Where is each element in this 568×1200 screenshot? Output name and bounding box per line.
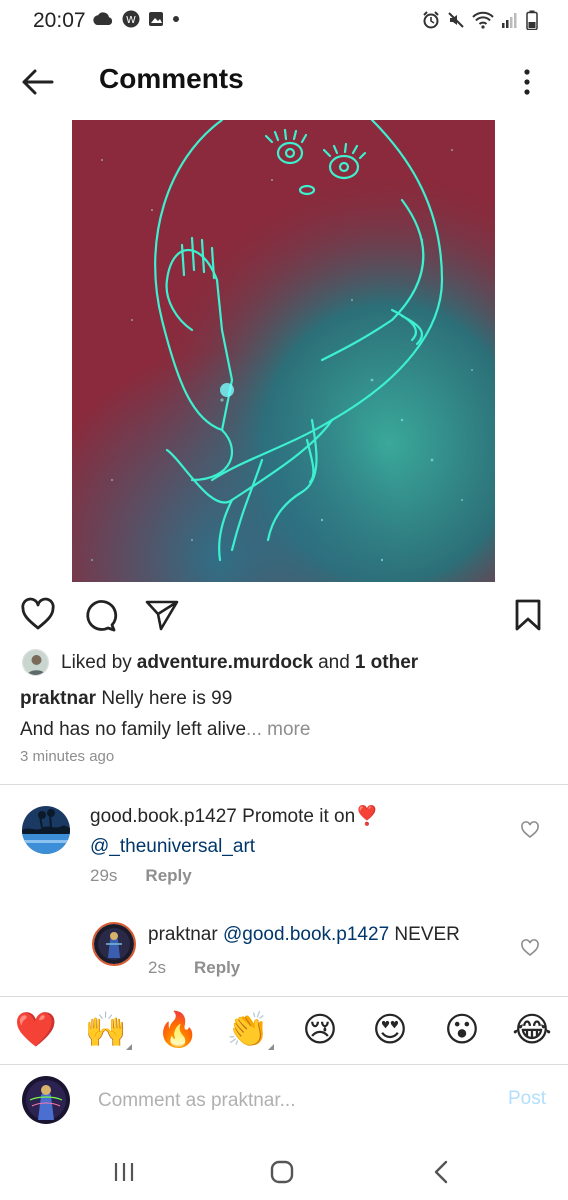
- emoji-heart-eyes[interactable]: 😍: [368, 1006, 412, 1054]
- comment-username[interactable]: good.book.p1427: [90, 806, 237, 827]
- emoji-heart[interactable]: ❤️: [14, 1006, 58, 1054]
- post-caption: praktnar Nelly here is 99 And has no fam…: [20, 683, 550, 745]
- recent-apps-icon: [114, 1163, 134, 1181]
- more-vertical-icon: [524, 69, 530, 95]
- emoji-fire[interactable]: 🔥: [156, 1006, 200, 1054]
- post-actions: [0, 597, 568, 633]
- avatar[interactable]: [22, 806, 70, 854]
- save-button[interactable]: [510, 597, 546, 633]
- comment-meta: 2s Reply: [148, 958, 240, 978]
- liker-avatar: [22, 649, 49, 676]
- comment-input[interactable]: [98, 1086, 478, 1116]
- status-time: 20:07: [33, 9, 86, 32]
- likes-prefix: Liked by: [61, 651, 132, 673]
- comment-item: good.book.p1427 Promote it on❣️ @_theuni…: [0, 800, 568, 890]
- like-button[interactable]: [20, 597, 56, 633]
- emoji-quick-bar: ❤️ 🙌 🔥 👏 😢 😍 😮 😂: [0, 1006, 568, 1056]
- caption-more-link[interactable]: ... more: [246, 719, 310, 740]
- divider: [0, 996, 568, 997]
- comment-button[interactable]: [82, 597, 118, 633]
- likes-summary[interactable]: Liked by adventure.murdock and 1 other: [22, 649, 418, 676]
- comment-username[interactable]: praktnar: [148, 924, 218, 945]
- svg-text:W: W: [126, 15, 136, 26]
- mute-icon: [447, 11, 465, 29]
- heart-outline-icon: [521, 939, 539, 957]
- gallery-icon: [148, 11, 164, 27]
- caption-line1: Nelly here is 99: [101, 688, 233, 709]
- comment-message: Promote it on: [242, 806, 356, 827]
- comment-composer: Post: [0, 1072, 568, 1132]
- likes-others[interactable]: 1 other: [355, 652, 418, 674]
- recent-apps-button[interactable]: [104, 1152, 144, 1192]
- skin-tone-indicator: [268, 1044, 274, 1050]
- heart-outline-icon: [21, 597, 55, 630]
- caption-line2: And has no family left alive: [20, 719, 247, 740]
- divider: [0, 784, 568, 785]
- comment-mention[interactable]: @_theuniversal_art: [90, 836, 255, 857]
- paper-plane-icon: [145, 600, 179, 631]
- heart-exclamation-emoji: ❣️: [355, 806, 379, 827]
- cloud-icon: [92, 12, 114, 26]
- heart-outline-icon: [521, 821, 539, 839]
- emoji-clap-glyph: 👏: [226, 1010, 270, 1050]
- comment-like-button[interactable]: [520, 938, 540, 958]
- home-icon: [270, 1160, 294, 1184]
- bookmark-icon: [515, 599, 541, 631]
- reply-button[interactable]: Reply: [194, 958, 240, 978]
- home-button[interactable]: [262, 1152, 302, 1192]
- skin-tone-indicator: [126, 1044, 132, 1050]
- liker-username[interactable]: adventure.murdock: [137, 652, 313, 674]
- more-options-button[interactable]: [512, 64, 542, 100]
- likes-middle: and: [318, 651, 350, 673]
- post-image[interactable]: [72, 120, 495, 582]
- post-timestamp: 3 minutes ago: [20, 748, 115, 765]
- wifi-icon: [472, 11, 494, 29]
- system-nav-bar: [0, 1140, 568, 1200]
- comment-like-button[interactable]: [520, 820, 540, 840]
- arrow-left-icon: [22, 69, 54, 95]
- avatar[interactable]: [92, 922, 136, 966]
- comment-bubble-icon: [86, 600, 118, 632]
- comment-message: NEVER: [394, 924, 460, 945]
- comment-time: 29s: [90, 866, 118, 885]
- reply-item: praktnar @good.book.p1427 NEVER 2s Reply: [0, 918, 568, 988]
- emoji-surprised[interactable]: 😮: [440, 1006, 484, 1054]
- comment-time: 2s: [148, 958, 166, 977]
- my-avatar: [22, 1076, 70, 1124]
- battery-icon: [526, 10, 538, 30]
- emoji-raised-hands-glyph: 🙌: [84, 1010, 128, 1050]
- post-button[interactable]: Post: [508, 1088, 546, 1110]
- share-button[interactable]: [144, 597, 180, 633]
- app-bar: Comments: [0, 50, 568, 112]
- signal-icon: [501, 11, 519, 29]
- dot-icon: [172, 15, 180, 23]
- status-bar: 20:07 W: [0, 0, 568, 44]
- emoji-laughing[interactable]: 😂: [510, 1006, 554, 1054]
- caption-username[interactable]: praktnar: [20, 688, 96, 709]
- alarm-icon: [422, 11, 440, 29]
- emoji-raised-hands[interactable]: 🙌: [84, 1006, 132, 1054]
- w-app-icon: W: [122, 10, 140, 28]
- back-button[interactable]: [18, 62, 58, 102]
- emoji-clap[interactable]: 👏: [226, 1006, 274, 1054]
- comment-mention[interactable]: @good.book.p1427: [223, 924, 389, 945]
- page-title: Comments: [99, 63, 244, 94]
- nav-back-button[interactable]: [422, 1152, 462, 1192]
- comment-text: good.book.p1427 Promote it on❣️ @_theuni…: [90, 802, 500, 862]
- comment-text: praktnar @good.book.p1427 NEVER: [148, 920, 518, 950]
- comment-meta: 29s Reply: [90, 866, 192, 886]
- status-left-icons: W: [92, 10, 180, 28]
- emoji-crying[interactable]: 😢: [298, 1006, 342, 1054]
- divider: [0, 1064, 568, 1065]
- chevron-left-icon: [434, 1160, 448, 1184]
- reply-button[interactable]: Reply: [145, 866, 191, 886]
- status-right-icons: [422, 10, 538, 30]
